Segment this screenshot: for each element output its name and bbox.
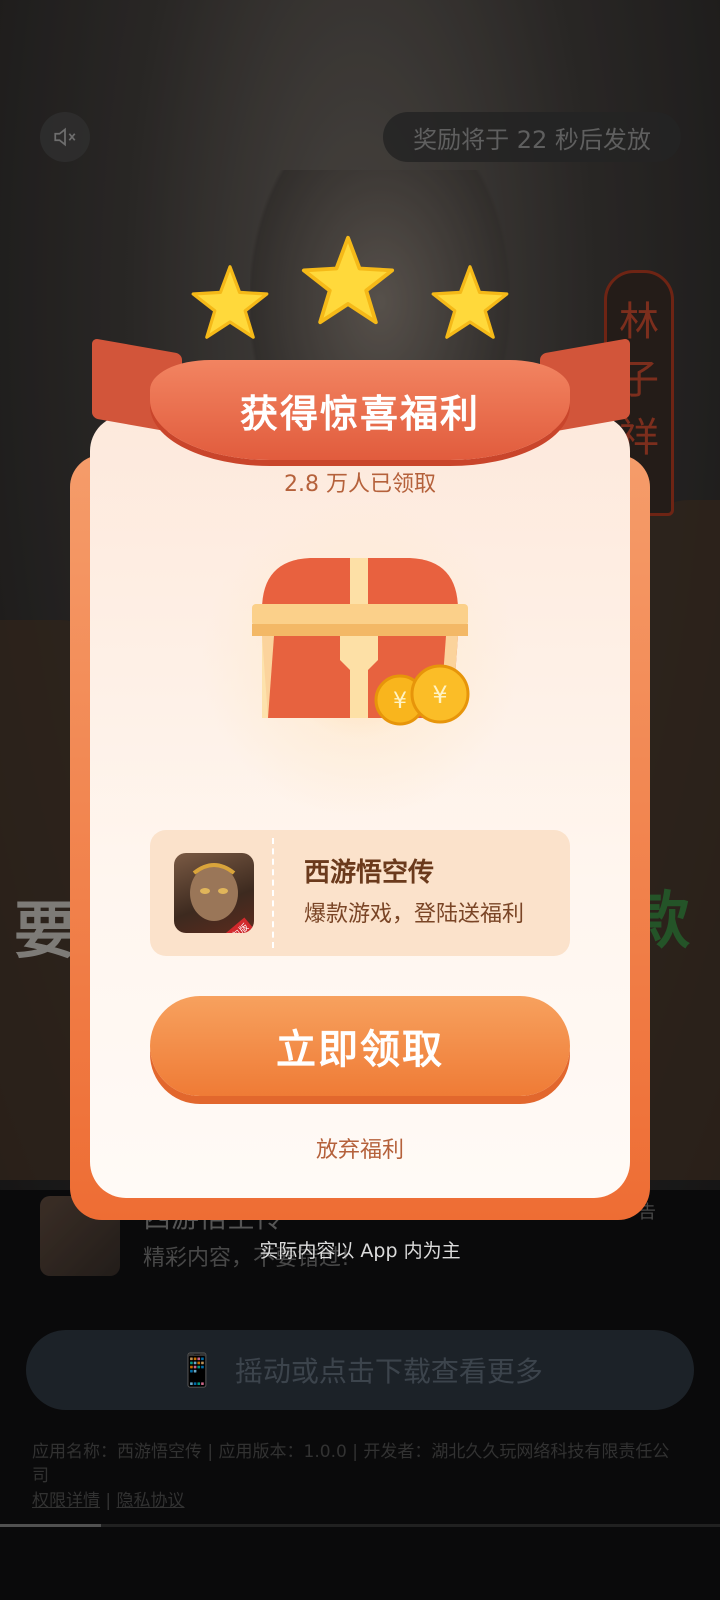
star-icon: [191, 265, 269, 339]
treasure-chest-icon: ¥ ¥: [252, 558, 470, 726]
content-disclaimer: 实际内容以 App 内为主: [259, 1240, 461, 1262]
claim-now-button[interactable]: 立即领取: [150, 996, 570, 1096]
game-name: 西游悟空传: [304, 858, 435, 888]
claimed-count: 2.8 万人已领取: [284, 472, 436, 497]
game-icon: 红包版: [174, 853, 254, 933]
ribbon-title: 获得惊喜福利: [239, 391, 480, 436]
svg-text:¥: ¥: [432, 681, 447, 709]
star-icon: [301, 235, 395, 325]
give-up-link[interactable]: 放弃福利: [90, 1132, 630, 1164]
star-icon: [431, 265, 509, 339]
game-desc: 爆款游戏，登陆送福利: [304, 902, 525, 927]
title-ribbon: 获得惊喜福利: [150, 360, 570, 460]
svg-text:¥: ¥: [393, 689, 407, 714]
treasure-chest-illustration: ¥ ¥: [200, 500, 520, 820]
card-divider: [272, 838, 274, 948]
